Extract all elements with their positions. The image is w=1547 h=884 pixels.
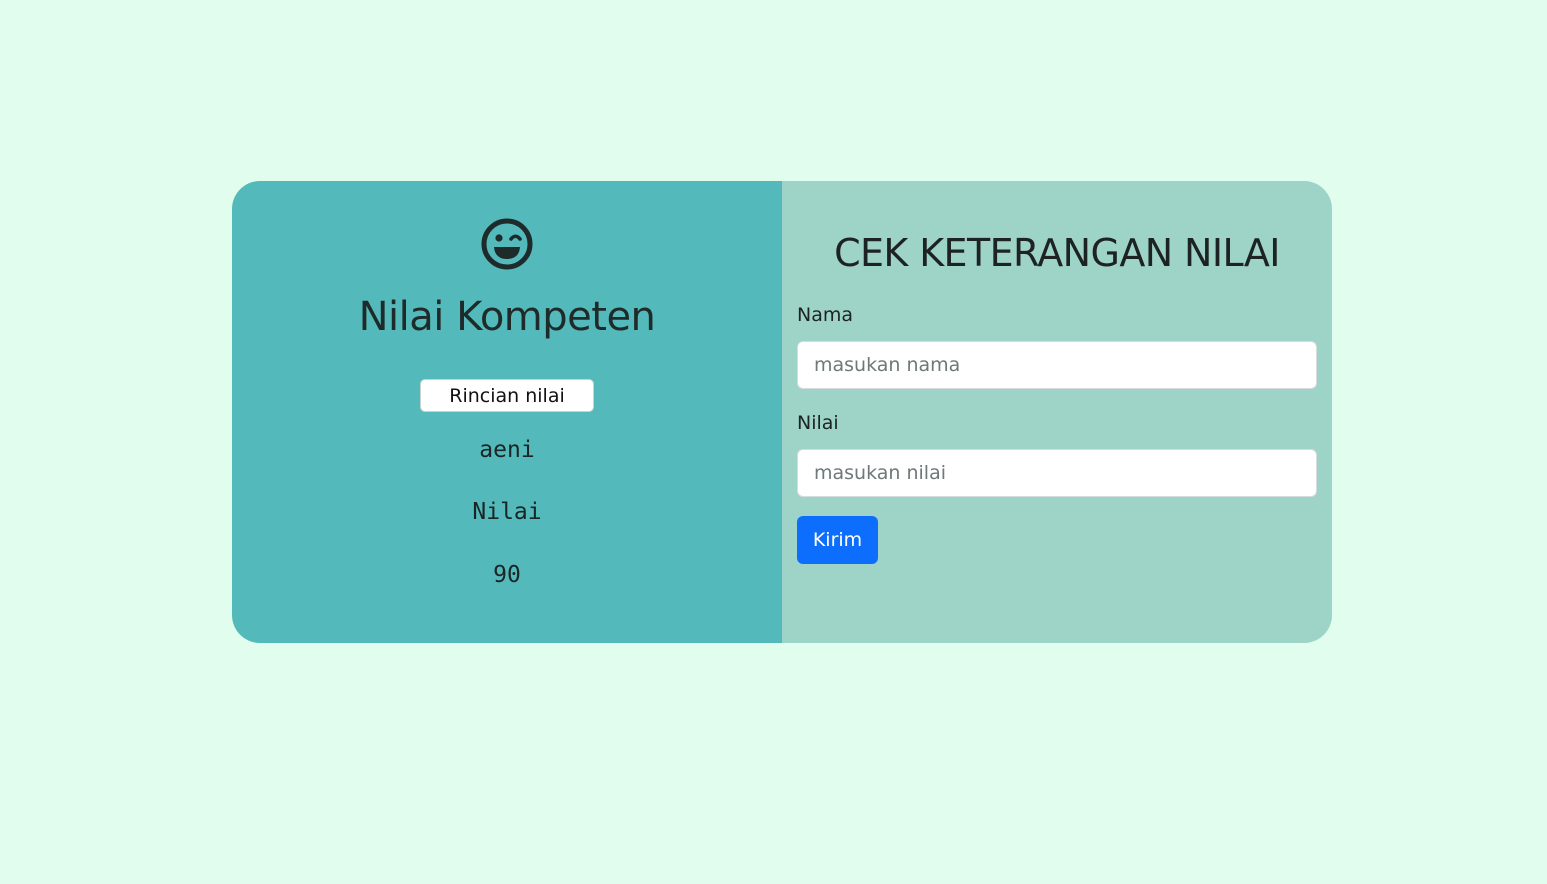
student-name: aeni [479,437,535,463]
submit-button[interactable]: Kirim [797,516,878,564]
score-value: 90 [493,562,521,588]
winking-face-icon [481,218,533,270]
score-input[interactable] [797,449,1317,497]
name-label: Nama [797,304,854,326]
result-panel: Nilai Kompeten Rincian nilai aeni Nilai … [232,181,782,643]
name-input[interactable] [797,341,1317,389]
form-panel: CEK KETERANGAN NILAI Nama Nilai Kirim [782,181,1332,643]
detail-button[interactable]: Rincian nilai [420,379,594,412]
result-title: Nilai Kompeten [358,294,656,340]
form-title: CEK KETERANGAN NILAI [834,231,1280,275]
result-card: Nilai Kompeten Rincian nilai aeni Nilai … [232,181,1332,643]
score-label: Nilai [472,499,542,525]
score-field-label: Nilai [797,412,839,434]
